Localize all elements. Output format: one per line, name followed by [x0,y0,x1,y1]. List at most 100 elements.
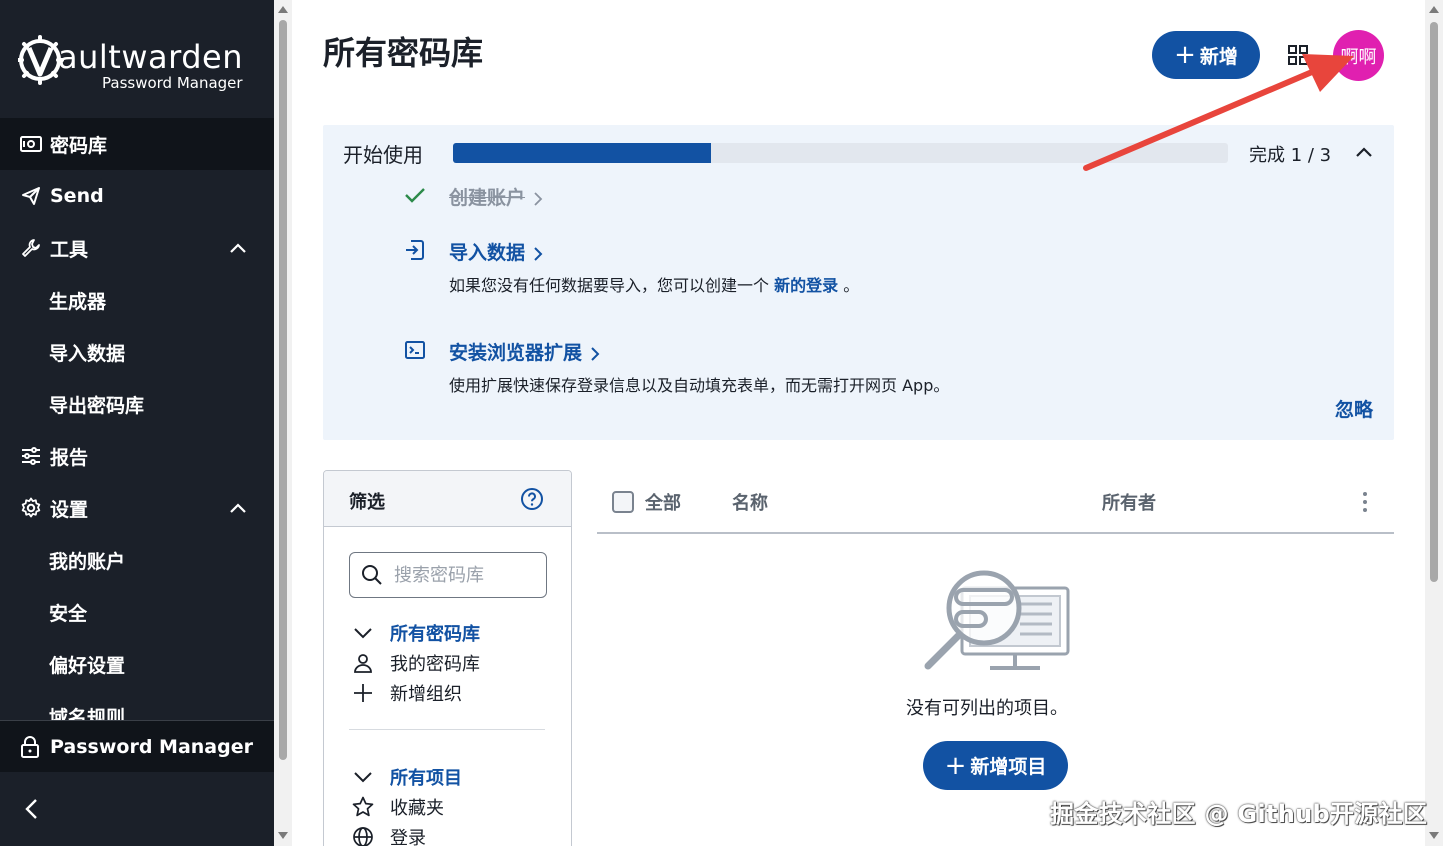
plus-icon: + [1174,40,1196,70]
new-button[interactable]: + 新增 [1152,31,1260,79]
sidebar-item-my-account[interactable]: 我的账户 [0,534,274,586]
chevron-down-icon[interactable] [352,766,374,788]
step-create-account-link[interactable]: 创建账户 [449,183,543,210]
scroll-up-arrow[interactable] [278,6,288,13]
step-import-data-link[interactable]: 导入数据 [449,238,543,265]
column-name[interactable]: 名称 [732,489,768,515]
chevron-up-icon[interactable] [228,238,248,258]
search-icon [362,565,382,585]
user-icon [352,652,374,674]
product-switcher-label: Password Manager [50,735,253,758]
getting-started-progress [453,143,1228,163]
getting-started-card: 开始使用 完成 1 / 3 创建账户 导入数据 如果您没有任何数据要导入，您可以… [323,125,1394,440]
add-item-label: 新增项目 [970,756,1047,778]
plus-icon [352,682,374,704]
sidebar-item-generator[interactable]: 生成器 [0,274,274,326]
app-switcher-icon[interactable] [1288,45,1308,65]
product-switcher[interactable]: Password Manager [0,720,274,772]
account-avatar[interactable]: 啊啊 [1333,30,1384,81]
watermark-text: 掘金技术社区 @ Github开源社区 [1050,800,1428,828]
help-icon[interactable] [520,487,544,511]
sidebar-item-settings[interactable]: 设置 [0,482,274,534]
logo-wordmark: aultwarden [58,38,243,76]
scrollbar-thumb[interactable] [279,20,287,760]
filter-label: 登录 [390,828,426,846]
collapse-sidebar-icon[interactable] [20,796,44,822]
vaultwarden-logo[interactable]: aultwarden Password Manager [18,34,258,94]
filter-label: 新增组织 [390,684,462,705]
chevron-right-icon [534,246,543,261]
import-icon [406,240,424,260]
filter-panel: 筛选 所有密码库 我的密码库 新增组织 所有项目 收藏夹 登录 [323,470,572,846]
desc-text: 。 [838,276,860,295]
sidebar-item-security[interactable]: 安全 [0,586,274,638]
sidebar-item-preferences[interactable]: 偏好设置 [0,638,274,690]
filter-header: 筛选 [324,471,571,527]
sidebar-nav-scroll[interactable]: 密码库 Send 工具 生成器 导入数据 导出密码库 报告 设置 我的账户 安全… [0,118,274,720]
logo-subtitle: Password Manager [102,74,243,92]
sidebar-item-label: Send [50,185,104,207]
search-box[interactable] [349,552,547,598]
sidebar-item-domain-rules[interactable]: 域名规则 [0,690,274,721]
vault-icon [20,133,42,155]
filter-logins[interactable]: 登录 [352,824,426,846]
filter-all-items[interactable]: 所有项目 [352,764,462,790]
plus-icon: + [944,750,967,781]
step-description: 如果您没有任何数据要导入，您可以创建一个 新的登录 。 [449,272,859,296]
sliders-icon [20,445,42,467]
sidebar-item-import[interactable]: 导入数据 [0,326,274,378]
sidebar-item-label: 偏好设置 [49,654,126,677]
sidebar-item-export[interactable]: 导出密码库 [0,378,274,430]
page-title: 所有密码库 [323,34,484,72]
new-login-link[interactable]: 新的登录 [774,276,838,295]
filter-label: 我的密码库 [390,654,480,675]
progress-fill [453,143,712,163]
chevron-down-icon[interactable] [352,622,374,644]
scrollbar-thumb[interactable] [1430,22,1438,582]
filter-label: 所有项目 [390,768,462,789]
gear-icon [20,497,42,519]
scroll-up-arrow[interactable] [1429,6,1439,13]
main-scrollbar[interactable] [1425,0,1443,846]
chevron-up-icon[interactable] [228,498,248,518]
sidebar-item-label: 设置 [50,498,89,521]
sidebar-item-label: 我的账户 [49,550,126,573]
filter-divider [349,729,545,730]
filter-my-vault[interactable]: 我的密码库 [352,650,480,676]
sidebar-item-label: 域名规则 [49,706,126,721]
sidebar-item-reports[interactable]: 报告 [0,430,274,482]
sidebar-item-label: 工具 [50,238,89,261]
scroll-down-arrow[interactable] [278,832,288,839]
sidebar-item-vault[interactable]: 密码库 [0,118,274,170]
filter-new-organization[interactable]: 新增组织 [352,680,462,706]
step-description: 使用扩展快速保存登录信息以及自动填充表单，而无需打开网页 App。 [449,376,950,395]
sidebar-item-label: 生成器 [49,290,107,313]
dismiss-link[interactable]: 忽略 [1335,395,1373,422]
column-owner[interactable]: 所有者 [1102,489,1156,515]
search-input[interactable] [394,561,534,589]
sidebar-scrollbar[interactable] [274,0,292,846]
globe-icon [352,826,374,846]
empty-state-text: 没有可列出的项目。 [906,698,1068,719]
chevron-right-icon [591,346,600,361]
step-install-extension-link[interactable]: 安装浏览器扩展 [449,338,600,365]
sidebar-item-send[interactable]: Send [0,170,274,222]
add-item-button[interactable]: + 新增项目 [923,741,1068,790]
scroll-down-arrow[interactable] [1429,832,1439,839]
step-title: 创建账户 [449,187,526,209]
chevron-up-icon[interactable] [1353,141,1375,163]
column-all[interactable]: 全部 [645,489,681,515]
vault-table-header: 全部 名称 所有者 [597,470,1394,534]
new-button-label: 新增 [1199,45,1238,68]
filter-favorites[interactable]: 收藏夹 [352,794,444,820]
step-title: 导入数据 [449,242,526,264]
sidebar-item-tools[interactable]: 工具 [0,222,274,274]
sidebar-item-label: 报告 [50,446,89,469]
filter-all-vaults[interactable]: 所有密码库 [352,620,480,646]
select-all-checkbox[interactable] [612,491,634,513]
lock-icon [20,735,42,758]
more-options-icon[interactable] [1357,490,1373,514]
sidebar-item-label: 导出密码库 [49,394,145,417]
sidebar-item-label: 安全 [49,602,88,625]
filter-label: 收藏夹 [390,798,444,819]
